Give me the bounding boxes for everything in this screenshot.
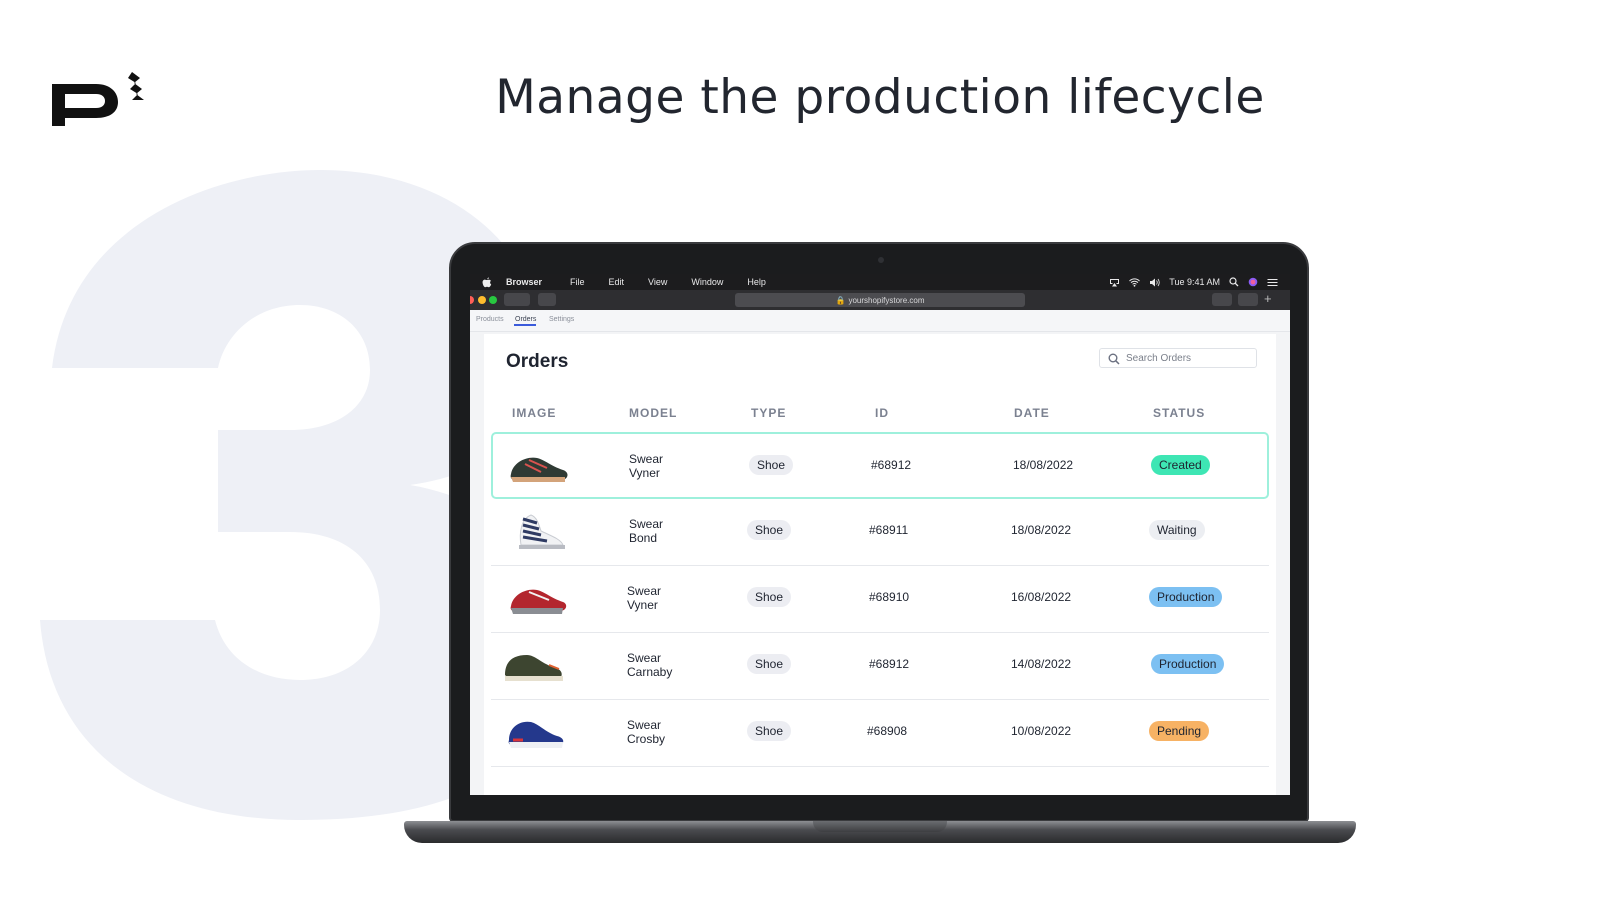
table-row[interactable]: Swear Vyner Shoe #68912 18/08/2022 Creat… (491, 432, 1269, 499)
column-header-model[interactable]: MODEL (629, 406, 677, 420)
search-input[interactable] (1126, 351, 1254, 366)
laptop-screen: Browser File Edit View Window Help Tue 9… (470, 274, 1290, 795)
order-date: 18/08/2022 (1013, 458, 1074, 472)
sidebar-toggle-icon[interactable] (538, 293, 556, 306)
column-header-id[interactable]: ID (875, 406, 889, 420)
status-badge[interactable]: Created (1151, 455, 1210, 475)
column-header-status[interactable]: STATUS (1153, 406, 1205, 420)
macos-menu-bar: Browser File Edit View Window Help Tue 9… (470, 274, 1290, 290)
shoe-image (510, 589, 567, 614)
type-pill: Shoe (747, 721, 792, 741)
browser-toolbar: 🔒 yourshopifystore.com + (470, 290, 1290, 310)
status-badge[interactable]: Waiting (1149, 520, 1205, 540)
order-date: 18/08/2022 (1011, 523, 1072, 537)
model-name: Swear Carnaby (627, 651, 673, 679)
status-badge[interactable]: Production (1149, 587, 1223, 607)
order-date: 16/08/2022 (1011, 590, 1072, 604)
spotlight-search-icon[interactable] (1229, 277, 1239, 287)
shoe-image (508, 721, 564, 748)
status-badge[interactable]: Production (1151, 654, 1225, 674)
column-header-type[interactable]: TYPE (751, 406, 786, 420)
lock-icon: 🔒 (835, 295, 846, 305)
volume-icon[interactable] (1149, 278, 1160, 287)
status-badge[interactable]: Pending (1149, 721, 1210, 741)
menu-help[interactable]: Help (747, 277, 766, 287)
siri-icon[interactable] (1248, 277, 1258, 287)
model-name: Swear Vyner (629, 452, 664, 480)
menu-app-name[interactable]: Browser (506, 277, 542, 287)
menu-view[interactable]: View (648, 277, 667, 287)
menu-clock[interactable]: Tue 9:41 AM (1169, 277, 1220, 287)
url-text: yourshopifystore.com (848, 295, 925, 305)
tab-settings[interactable]: Settings (549, 316, 574, 323)
share-icon[interactable] (1212, 293, 1232, 306)
menu-file[interactable]: File (570, 277, 585, 287)
table-row[interactable]: Swear Crosby Shoe #68908 10/08/2022 Pend… (491, 700, 1269, 767)
p-logo-icon (52, 72, 144, 126)
shoe-image (510, 457, 568, 482)
airplay-icon[interactable] (1109, 278, 1120, 287)
laptop-notch (813, 821, 947, 832)
order-id: #68910 (869, 590, 910, 604)
orders-card: Orders IMAGE MODEL TYPE ID DATE STATUS (484, 334, 1276, 795)
wifi-icon[interactable] (1129, 277, 1141, 287)
tabs-overview-icon[interactable] (1238, 293, 1258, 306)
table-row[interactable]: Swear Vyner Shoe #68910 16/08/2022 Produ… (491, 566, 1269, 633)
tab-orders[interactable]: Orders (515, 316, 536, 323)
type-pill: Shoe (749, 455, 794, 475)
search-icon (1108, 353, 1120, 365)
model-name: Swear Crosby (627, 718, 666, 746)
tab-products[interactable]: Products (476, 316, 504, 323)
order-date: 10/08/2022 (1011, 724, 1072, 738)
type-pill: Shoe (747, 654, 792, 674)
model-name: Swear Vyner (627, 584, 662, 612)
shoe-image (505, 655, 563, 681)
app-nav-tabs: Products Orders Settings (470, 310, 1290, 332)
minimize-window-icon[interactable] (478, 296, 486, 304)
new-tab-icon[interactable]: + (1264, 291, 1272, 306)
url-bar[interactable]: 🔒 yourshopifystore.com (735, 293, 1025, 307)
maximize-window-icon[interactable] (489, 296, 497, 304)
model-name: Swear Bond (629, 517, 664, 545)
shoe-image (519, 514, 565, 549)
camera-icon (878, 257, 884, 263)
type-pill: Shoe (747, 520, 792, 540)
order-id: #68911 (869, 523, 909, 537)
column-header-date[interactable]: DATE (1014, 406, 1050, 420)
table-row[interactable]: Swear Bond Shoe #68911 18/08/2022 Waitin… (491, 499, 1269, 566)
column-header-image[interactable]: IMAGE (512, 406, 556, 420)
search-box[interactable] (1099, 348, 1257, 368)
page-title: Orders (506, 351, 569, 372)
close-window-icon[interactable] (470, 296, 474, 304)
menu-window[interactable]: Window (691, 277, 723, 287)
back-forward-buttons[interactable] (504, 293, 530, 306)
control-center-icon[interactable] (1267, 278, 1278, 287)
order-id: #68912 (871, 458, 912, 472)
table-row[interactable]: Swear Carnaby Shoe #68912 14/08/2022 Pro… (491, 633, 1269, 700)
order-id: #68912 (869, 657, 910, 671)
type-pill: Shoe (747, 587, 792, 607)
apple-icon[interactable] (482, 277, 492, 288)
table-header: IMAGE MODEL TYPE ID DATE STATUS (484, 406, 1276, 424)
order-date: 14/08/2022 (1011, 657, 1072, 671)
order-id: #68908 (867, 724, 908, 738)
menu-edit[interactable]: Edit (609, 277, 625, 287)
active-tab-indicator (514, 324, 536, 326)
page-headline: Manage the production lifecycle (495, 70, 1265, 125)
